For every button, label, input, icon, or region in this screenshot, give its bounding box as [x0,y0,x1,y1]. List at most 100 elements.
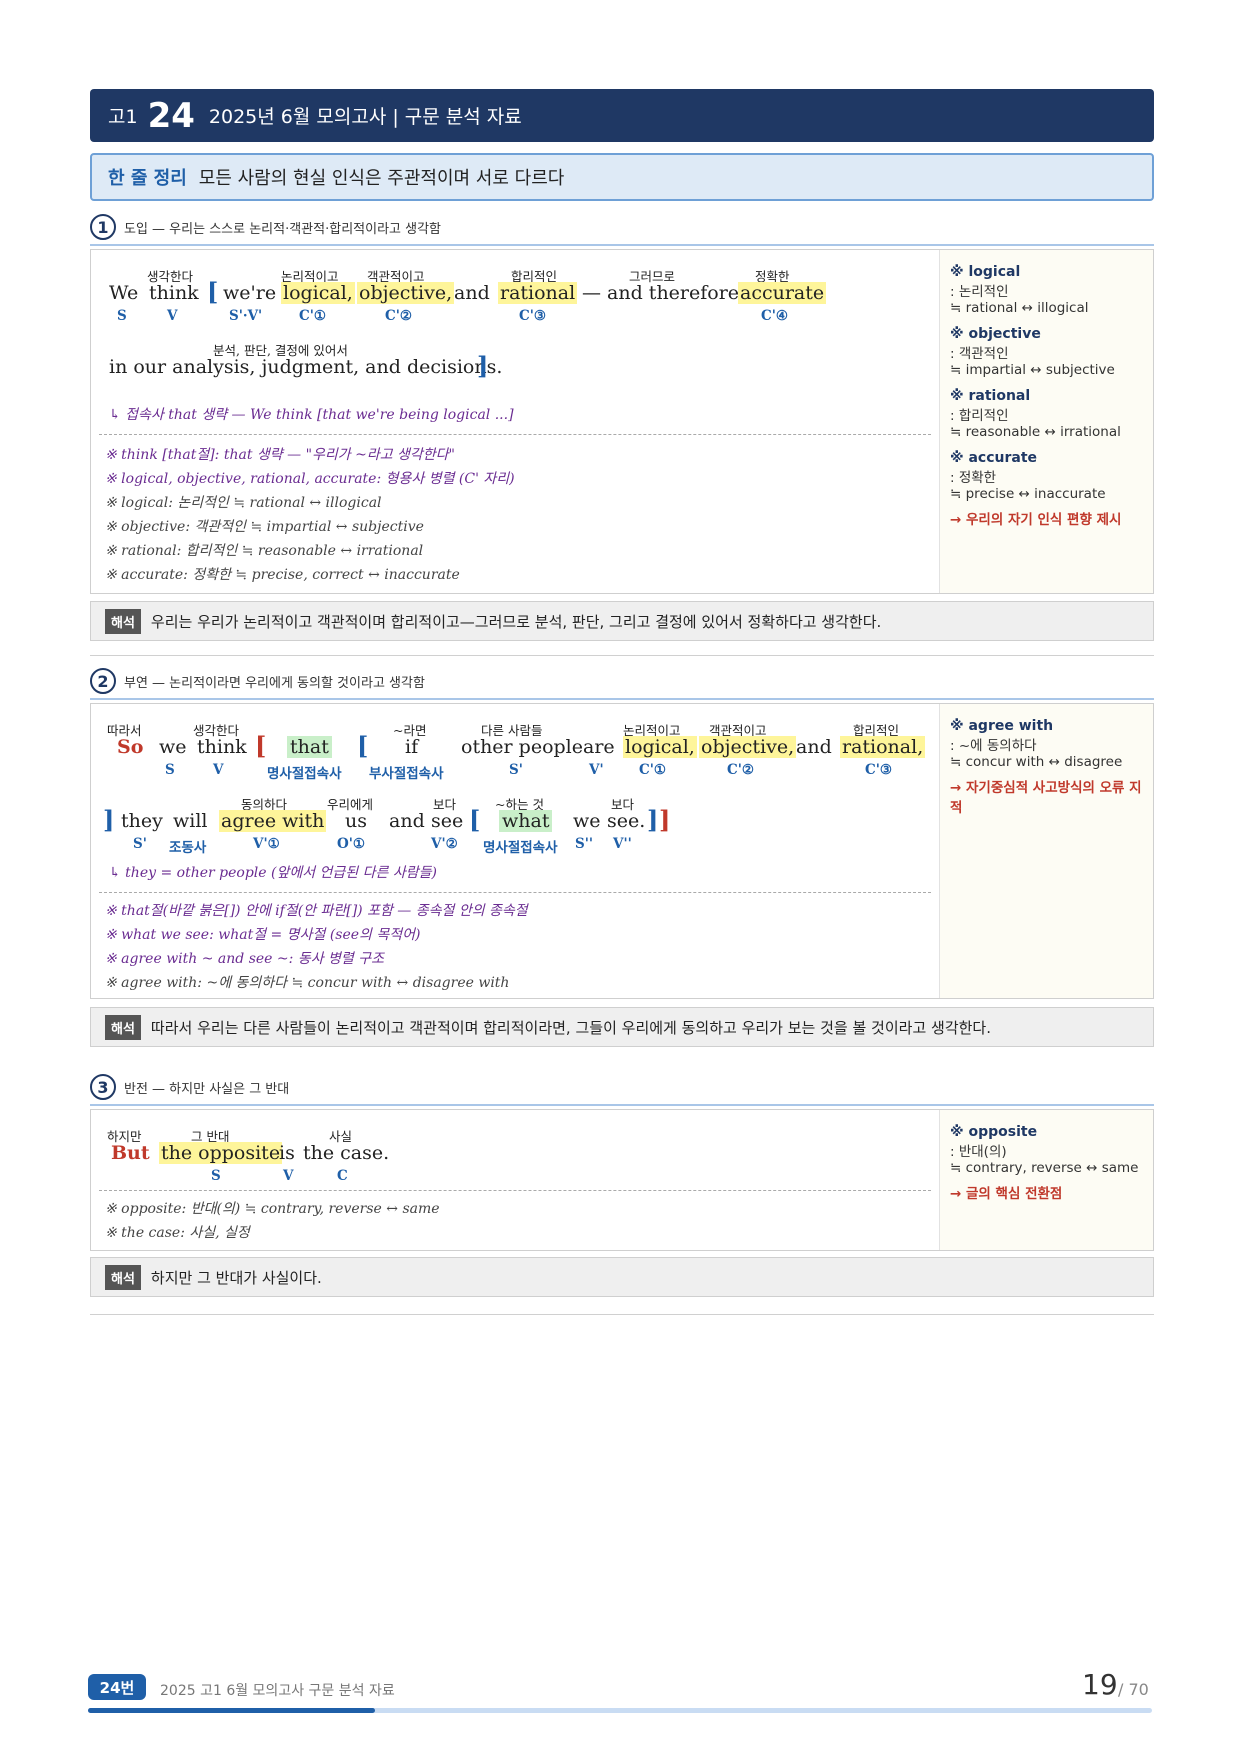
tag: S' [133,836,147,852]
tag: 명사절접속사 [267,766,342,782]
vocab-term: ※ objective [950,326,1041,342]
note-line: ※ that절(바깥 붉은[]) 안에 if절(안 파란[]) 포함 — 종속절… [105,903,528,919]
word: we [573,810,601,832]
vocab-syn: ≒ rational ↔ illogical [950,300,1089,316]
word: in our analysis, judgment, and decisions… [109,356,503,378]
vocab-term: ※ agree with [950,718,1054,734]
word: if [405,736,419,758]
grammar-note: ↳ 접속사 that 생략 — We think [that we're bei… [109,407,514,423]
vocab-def: : 객관적인 [950,346,1009,362]
vocab-syn: ≒ precise ↔ inaccurate [950,486,1106,502]
word: — and therefore [582,282,740,304]
tag: C'③ [865,762,892,778]
word-highlight: rational [498,282,578,304]
vocab-term: ※ opposite [950,1124,1038,1140]
translation-1: 해석 우리는 우리가 논리적이고 객관적이며 합리적이고—그러므로 분석, 판단… [90,601,1154,641]
note-line: ※ the case: 사실, 실정 [105,1225,250,1241]
tag: C'② [385,308,412,324]
bracket: ] [647,805,659,834]
vocab-sidebar: ※ logical : 논리적인 ≒ rational ↔ illogical … [939,250,1153,593]
note-line: ※ what we see: what절 = 명사절 (see의 목적어) [105,927,421,943]
vocab-def: : 반대(의) [950,1144,1007,1160]
translation-text: 하지만 그 반대가 사실이다. [150,1268,322,1287]
tag: C'① [299,308,326,324]
question-number: 24 [147,95,195,136]
bracket: [ [207,277,219,306]
vocab-sidebar: ※ opposite : 반대(의) ≒ contrary, reverse ↔… [939,1110,1153,1250]
grammar-note: ↳ they = other people (앞에서 언급된 다른 사람들) [109,865,437,881]
analysis-panel: 하지만 그 반대 사실 But the opposite is the case… [91,1110,939,1250]
footer-title: 2025 고1 6월 모의고사 구문 분석 자료 [160,1683,395,1699]
note-line: ※ think [that절]: that 생략 — "우리가 ~라고 생각한다… [105,447,455,463]
word: other people [461,736,584,758]
key-point: → 우리의 자기 인식 편향 제시 [950,512,1122,528]
section-divider [90,655,1154,656]
bracket: ] [477,351,489,380]
word: see. [607,810,646,832]
tag: S'' [575,836,594,852]
word: We [109,282,139,304]
tag: O'① [337,836,365,852]
tag: V'① [253,836,280,852]
tag: V' [589,762,604,778]
word-keyword: So [117,736,144,758]
translation-badge: 해석 [105,1014,141,1040]
word: we're [223,282,277,304]
word: and [454,282,490,304]
page-number: 19 [1082,1668,1118,1701]
tag: S' [509,762,523,778]
tag: V [283,1168,294,1184]
word-highlight: that [287,736,332,758]
bracket: [ [255,731,267,760]
progress-track [88,1708,1152,1713]
bracket: ] [103,805,115,834]
vocab-term: ※ logical [950,264,1021,280]
word-highlight: objective, [357,282,455,304]
footer-question-badge: 24번 [88,1674,146,1700]
tag: V [167,308,178,324]
word-keyword: But [111,1142,150,1164]
word: is [279,1142,295,1164]
analysis-panel: 따라서 생각한다 ~라면 다른 사람들 논리적이고 객관적이고 합리적인 So … [91,704,939,998]
key-point: → 글의 핵심 전환점 [950,1186,1063,1202]
page-total: / 70 [1118,1680,1149,1699]
note-line: ※ agree with ~ and see ~: 동사 병렬 구조 [105,951,384,967]
word-highlight: rational, [840,736,926,758]
note-line: ※ agree with: ~에 동의하다 ≒ concur with ↔ di… [105,975,510,991]
tag: S [117,308,127,324]
section-title: 부연 — 논리적이라면 우리에게 동의할 것이라고 생각함 [124,675,425,691]
word: we [159,736,187,758]
tag: V [213,762,224,778]
note-line: ※ logical, objective, rational, accurate… [105,471,515,487]
analysis-panel: 생각한다 논리적이고 객관적이고 합리적인 그러므로 정확한 We think … [91,250,939,593]
tag: C'④ [761,308,788,324]
word: the case. [303,1142,390,1164]
section-3-box: 하지만 그 반대 사실 But the opposite is the case… [90,1109,1154,1251]
progress-fill [88,1708,376,1713]
section-number: 3 [90,1074,116,1100]
vocab-syn: ≒ contrary, reverse ↔ same [950,1160,1139,1176]
note-line: ※ accurate: 정확한 ≒ precise, correct ↔ ina… [105,567,460,583]
word-highlight: the opposite [159,1142,283,1164]
word-highlight: logical, [623,736,697,758]
note-line: ※ rational: 합리적인 ≒ reasonable ↔ irration… [105,543,424,559]
vocab-def: : 논리적인 [950,284,1009,300]
translation-3: 해석 하지만 그 반대가 사실이다. [90,1257,1154,1297]
bracket: [ [357,731,369,760]
translation-text: 따라서 우리는 다른 사람들이 논리적이고 객관적이며 합리적이라면, 그들이 … [150,1018,991,1037]
vocab-syn: ≒ impartial ↔ subjective [950,362,1115,378]
note-line: ※ logical: 논리적인 ≒ rational ↔ illogical [105,495,382,511]
tag: S [211,1168,221,1184]
tag: C'① [639,762,666,778]
tag: V'' [613,836,632,852]
tag: C'③ [519,308,546,324]
section-title: 반전 — 하지만 사실은 그 반대 [124,1081,290,1097]
word: will [173,810,208,832]
note-line: ※ objective: 객관적인 ≒ impartial ↔ subjecti… [105,519,424,535]
tag: S'·V' [229,308,263,324]
tag: C [337,1168,348,1184]
translation-badge: 해석 [105,1264,141,1290]
tag: 조동사 [169,840,207,856]
vocab-term: ※ rational [950,388,1031,404]
key-point: → 자기중심적 사고방식의 오류 지적 [950,780,1142,816]
